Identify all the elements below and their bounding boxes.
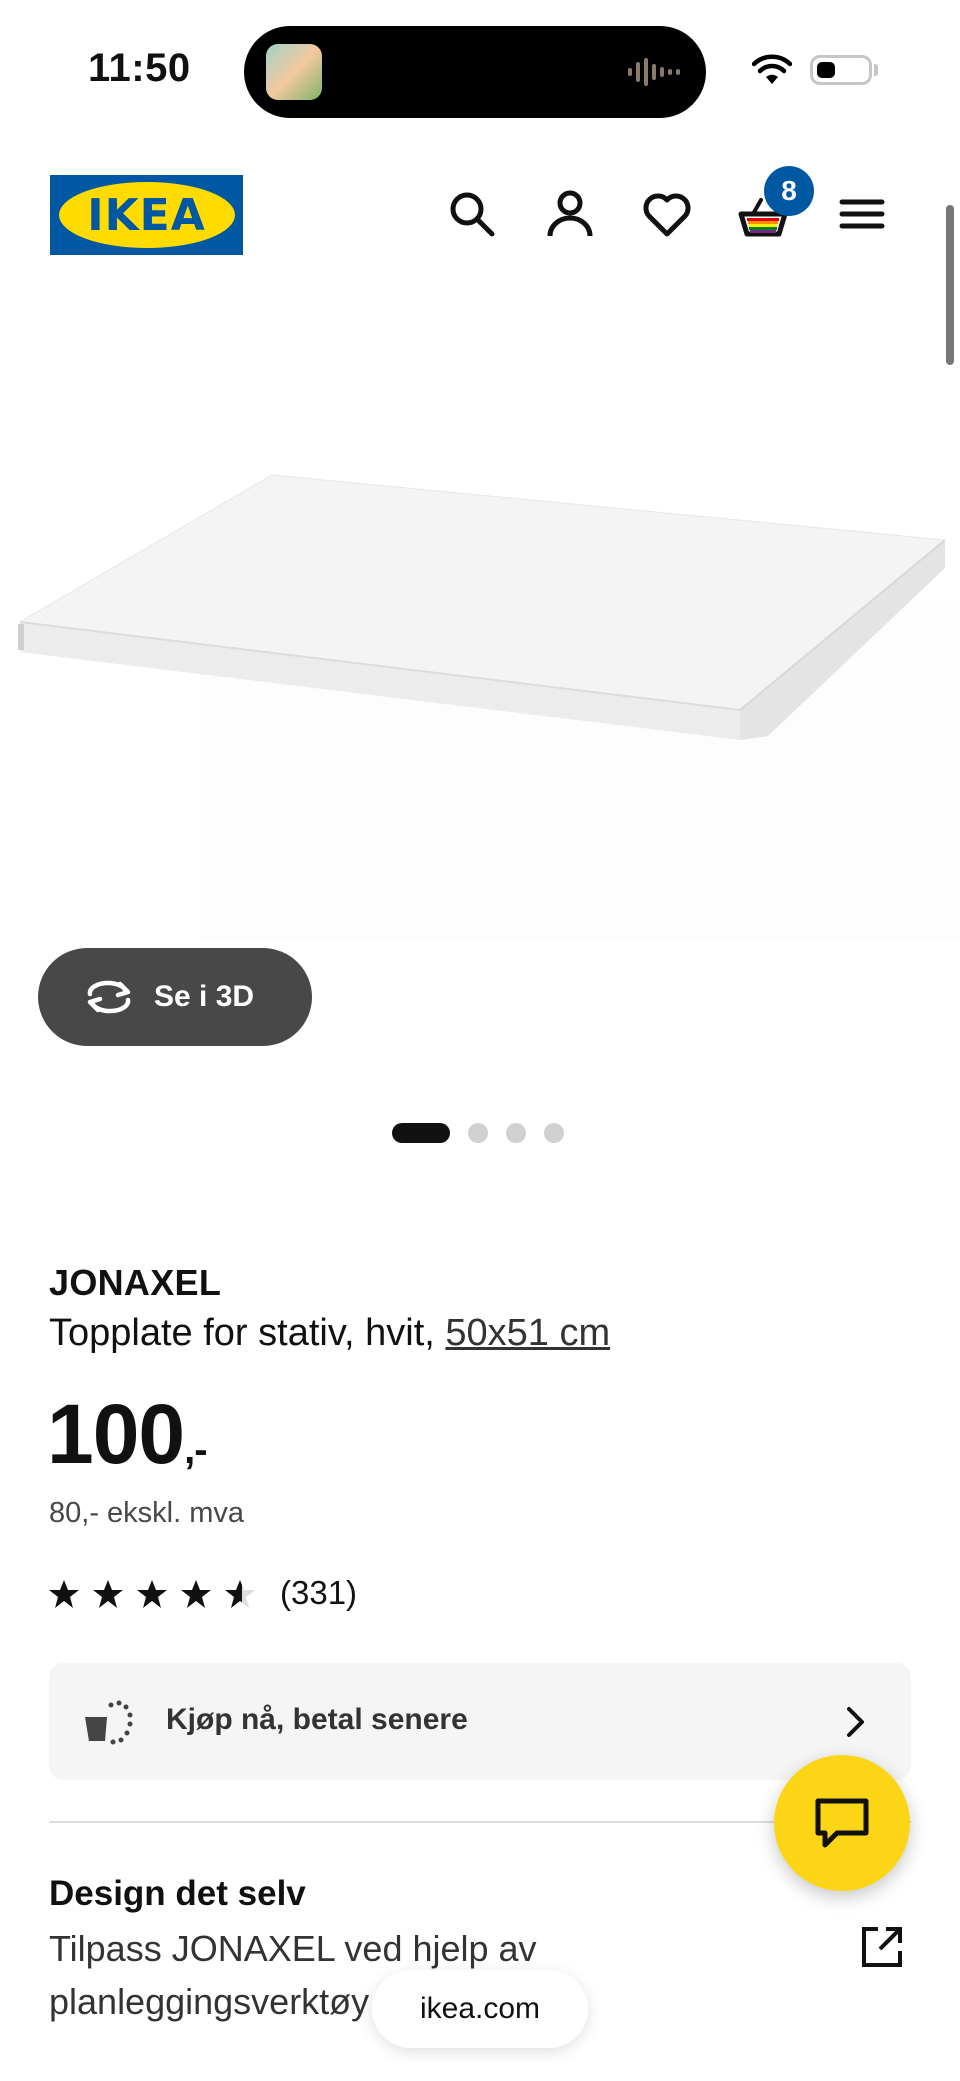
product-description: Topplate for stativ, hvit, 50x51 cm <box>49 1312 610 1355</box>
pagination-dot[interactable] <box>506 1123 526 1143</box>
chevron-right-icon <box>847 1707 864 1737</box>
star-full-icon <box>49 1580 79 1608</box>
battery-icon <box>810 55 872 85</box>
product-image[interactable] <box>0 300 960 960</box>
product-description-text: Topplate for stativ, hvit, <box>49 1312 446 1354</box>
pagination-dot[interactable] <box>544 1123 564 1143</box>
product-name: JONAXEL <box>49 1262 222 1303</box>
heart-icon[interactable] <box>641 188 693 240</box>
gallery-pagination[interactable] <box>392 1123 564 1143</box>
rotate-3d-icon <box>87 980 131 1014</box>
design-yourself-title: Design det selv <box>49 1874 306 1913</box>
view-3d-label: Se i 3D <box>154 980 255 1013</box>
cart-count-badge: 8 <box>764 166 814 216</box>
account-icon[interactable] <box>544 188 596 240</box>
dynamic-island[interactable] <box>244 26 706 118</box>
search-icon[interactable] <box>446 188 498 240</box>
wifi-icon <box>752 54 792 84</box>
chat-bubble-icon <box>815 1798 869 1848</box>
browser-url-bar[interactable]: ikea.com <box>372 1970 588 2048</box>
menu-icon[interactable] <box>836 188 888 240</box>
logo-text: IKEA <box>87 189 206 241</box>
price-ex-vat: 80,- ekskl. mva <box>49 1497 244 1529</box>
pagination-dot-active[interactable] <box>392 1123 450 1143</box>
star-full-icon <box>181 1580 211 1608</box>
rating-stars[interactable] <box>48 1578 256 1610</box>
view-3d-button[interactable]: Se i 3D <box>38 948 312 1046</box>
pagination-dot[interactable] <box>468 1123 488 1143</box>
buy-now-pay-later-banner[interactable]: Kjøp nå, betal senere <box>49 1663 911 1780</box>
price-value: 100 <box>47 1387 185 1481</box>
star-full-icon <box>137 1580 167 1608</box>
star-full-icon <box>93 1580 123 1608</box>
ikea-logo[interactable]: IKEA <box>50 175 243 255</box>
rating-count[interactable]: (331) <box>280 1574 357 1612</box>
star-half-icon <box>225 1580 255 1608</box>
installment-icon <box>85 1700 133 1745</box>
now-playing-artwork <box>266 44 322 100</box>
battery-cap <box>874 64 878 76</box>
product-size-link[interactable]: 50x51 cm <box>445 1312 610 1354</box>
external-link-icon[interactable] <box>860 1925 904 1969</box>
chat-button[interactable] <box>774 1755 910 1891</box>
audio-wave-icon <box>628 58 680 86</box>
bnpl-label: Kjøp nå, betal senere <box>166 1703 468 1736</box>
price-suffix: ,- <box>184 1428 207 1472</box>
status-time: 11:50 <box>88 46 191 90</box>
product-price: 100,- <box>47 1392 208 1476</box>
